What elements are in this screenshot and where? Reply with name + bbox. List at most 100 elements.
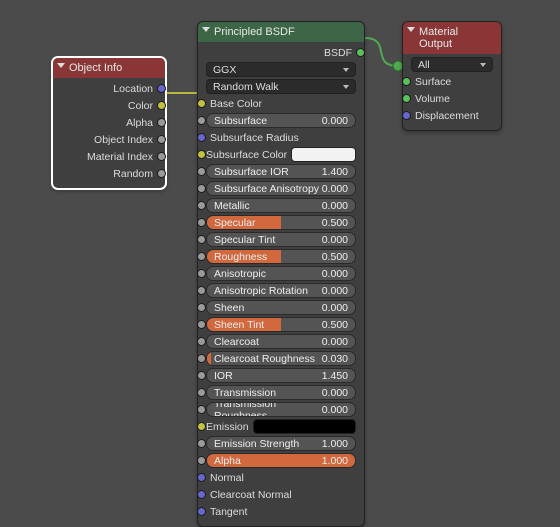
socket-in[interactable] [197,456,206,465]
node-material-output[interactable]: Material Output All SurfaceVolumeDisplac… [402,21,502,131]
input-base-color: Base Color [202,95,360,112]
slider[interactable]: Anisotropic0.000 [206,266,356,281]
socket-in[interactable] [197,184,206,193]
socket-in[interactable] [197,320,206,329]
socket-in[interactable] [197,371,206,380]
collapse-icon[interactable] [202,27,210,32]
socket-out[interactable] [157,118,166,127]
slider[interactable]: Clearcoat Roughness0.030 [206,351,356,366]
slider[interactable]: Specular0.500 [206,215,356,230]
input-subsurface-anisotropy: Subsurface Anisotropy0.000 [202,180,360,197]
socket-in[interactable] [402,77,411,86]
socket-in[interactable] [197,167,206,176]
socket-in[interactable] [402,111,411,120]
socket-in[interactable] [197,388,206,397]
input-clearcoat-normal: Clearcoat Normal [202,486,360,503]
slider[interactable]: Alpha1.000 [206,453,356,468]
socket-in[interactable] [197,269,206,278]
socket-out[interactable] [157,84,166,93]
node-header[interactable]: Material Output [403,22,501,54]
slider[interactable]: Subsurface0.000 [206,113,356,128]
input-anisotropic-rotation: Anisotropic Rotation0.000 [202,282,360,299]
input-emission-strength: Emission Strength1.000 [202,435,360,452]
input-specular: Specular0.500 [202,214,360,231]
dropdown-target[interactable]: All [407,56,497,73]
slider[interactable]: Anisotropic Rotation0.000 [206,283,356,298]
node-header[interactable]: Principled BSDF [198,22,364,42]
socket-out[interactable] [157,169,166,178]
node-body: All SurfaceVolumeDisplacement [403,54,501,130]
socket-in[interactable] [197,405,206,414]
input-sheen-tint: Sheen Tint0.500 [202,316,360,333]
color-field[interactable] [253,419,356,434]
slider[interactable]: Emission Strength1.000 [206,436,356,451]
node-object-info[interactable]: Object Info LocationColorAlphaObject Ind… [52,57,166,189]
color-field[interactable] [291,147,356,162]
input-clearcoat-roughness: Clearcoat Roughness0.030 [202,350,360,367]
slider[interactable]: Transmission0.000 [206,385,356,400]
socket-in[interactable] [197,133,206,142]
socket-in[interactable] [402,94,411,103]
collapse-icon[interactable] [407,27,415,32]
socket-out[interactable] [157,135,166,144]
dropdown-subsurface-method[interactable]: Random Walk [202,78,360,95]
socket-in[interactable] [197,439,206,448]
socket-in[interactable] [197,201,206,210]
input-metallic: Metallic0.000 [202,197,360,214]
node-body: BSDF GGX Random Walk Base Color Subsurfa… [198,42,364,526]
socket-out[interactable] [157,101,166,110]
socket-out-bsdf[interactable] [356,48,365,57]
input-alpha: Alpha1.000 [202,452,360,469]
input-tangent: Tangent [202,503,360,520]
input-subsurface-radius: Subsurface Radius [202,129,360,146]
slider[interactable]: Clearcoat0.000 [206,334,356,349]
collapse-icon[interactable] [57,63,65,68]
input-emission: Emission [202,418,360,435]
socket-in[interactable] [197,507,206,516]
input-transmission-roughness: Transmission Roughness0.000 [202,401,360,418]
slider[interactable]: Subsurface IOR1.400 [206,164,356,179]
slider[interactable]: Roughness0.500 [206,249,356,264]
socket-out[interactable] [157,152,166,161]
slider[interactable]: Subsurface Anisotropy0.000 [206,181,356,196]
input-roughness: Roughness0.500 [202,248,360,265]
node-principled-bsdf[interactable]: Principled BSDF BSDF GGX Random Walk Bas… [197,21,365,527]
socket-in[interactable] [197,303,206,312]
slider[interactable]: Metallic0.000 [206,198,356,213]
input-specular-tint: Specular Tint0.000 [202,231,360,248]
socket-in[interactable] [197,218,206,227]
socket-in[interactable] [197,473,206,482]
slider[interactable]: Sheen Tint0.500 [206,317,356,332]
slider[interactable]: IOR1.450 [206,368,356,383]
socket-in[interactable] [197,337,206,346]
input-subsurface: Subsurface0.000 [202,112,360,129]
input-surface: Surface [407,73,497,90]
node-header[interactable]: Object Info [53,58,165,78]
socket-in-base-color[interactable] [197,99,206,108]
output-bsdf: BSDF [202,44,360,61]
slider[interactable]: Specular Tint0.000 [206,232,356,247]
output-object-index: Object Index [57,131,161,148]
node-body: LocationColorAlphaObject IndexMaterial I… [53,78,165,188]
socket-in[interactable] [197,354,206,363]
input-displacement: Displacement [407,107,497,124]
input-subsurface-color: Subsurface Color [202,146,360,163]
input-ior: IOR1.450 [202,367,360,384]
slider[interactable]: Sheen0.000 [206,300,356,315]
output-alpha: Alpha [57,114,161,131]
socket-in[interactable] [197,150,206,159]
input-transmission: Transmission0.000 [202,384,360,401]
socket-in[interactable] [197,422,206,431]
socket-in[interactable] [197,286,206,295]
input-clearcoat: Clearcoat0.000 [202,333,360,350]
input-anisotropic: Anisotropic0.000 [202,265,360,282]
socket-in[interactable] [197,235,206,244]
socket-in[interactable] [197,116,206,125]
dropdown-distribution[interactable]: GGX [202,61,360,78]
input-normal: Normal [202,469,360,486]
slider[interactable]: Transmission Roughness0.000 [206,402,356,417]
output-location: Location [57,80,161,97]
socket-in[interactable] [197,252,206,261]
node-title: Material Output [419,26,458,50]
socket-in[interactable] [197,490,206,499]
